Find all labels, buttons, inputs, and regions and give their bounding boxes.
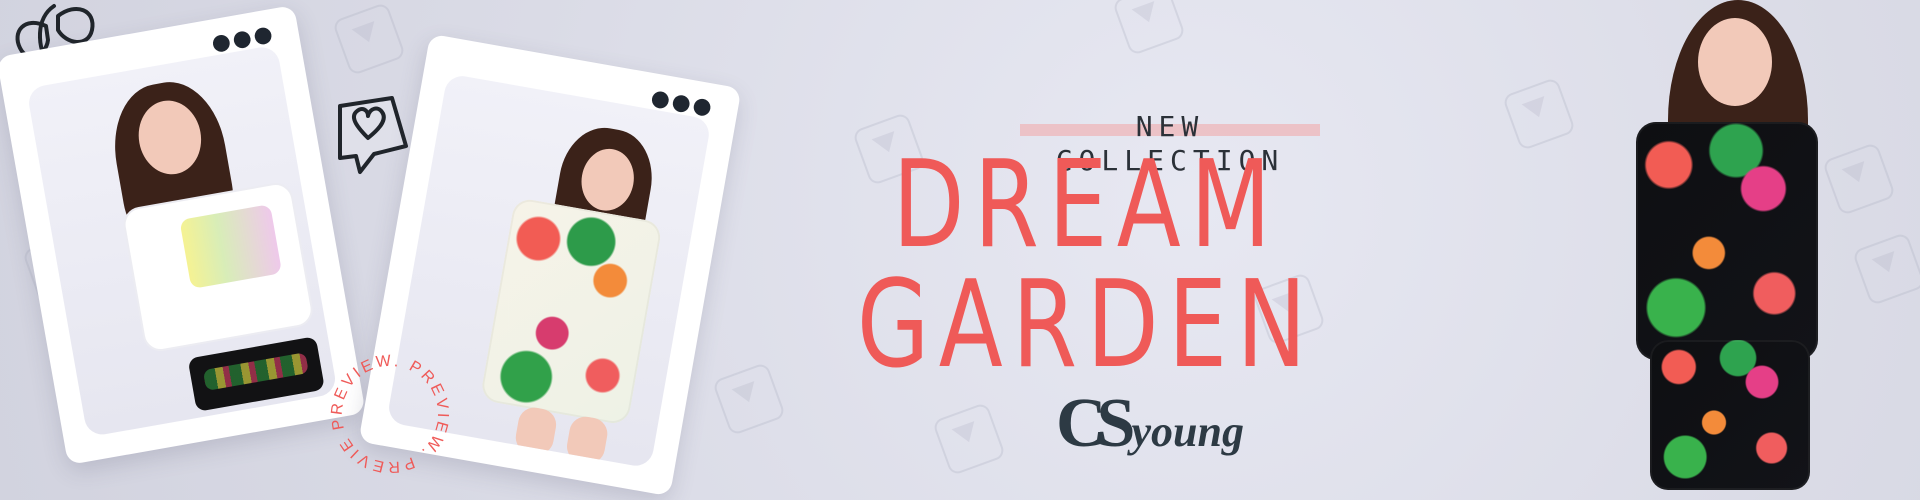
- model-figure-left: [86, 63, 330, 421]
- model-figure-right: [449, 110, 693, 468]
- floral-shorts: [1650, 340, 1810, 490]
- polaroid-card-left: ●●●: [0, 4, 366, 466]
- model-photo-right-edge: [1580, 0, 1840, 500]
- leg: [513, 405, 559, 458]
- background-pattern-icon: [711, 361, 787, 437]
- collection-title: DREAM GARDEN: [856, 136, 1316, 395]
- leg: [564, 414, 610, 467]
- floral-romper: [479, 196, 664, 426]
- background-pattern-icon: [1851, 231, 1920, 307]
- brand-logo-word: young: [1131, 407, 1244, 456]
- polaroid-card-right: ●●●: [358, 33, 742, 497]
- background-pattern-icon: [1111, 0, 1187, 57]
- brand-logo-mark: CS: [1056, 385, 1136, 462]
- background-pattern-icon: [1501, 76, 1577, 152]
- tshirt: [120, 180, 316, 354]
- heart-speech-bubble-icon: [338, 96, 408, 174]
- shorts: [187, 336, 325, 412]
- background-pattern-icon: [331, 1, 407, 77]
- model-photo-right: [386, 73, 712, 469]
- background-pattern-icon: [931, 401, 1007, 477]
- promo-banner: ●●● ●●● PREVIEW. PREVIEW. PREVIEW. NEW C…: [0, 0, 1920, 500]
- model-photo-left: [26, 44, 338, 438]
- tshirt-print: [179, 204, 283, 289]
- face: [1698, 18, 1772, 106]
- brand-logo: CS young: [1056, 384, 1296, 464]
- floral-jacket: [1636, 122, 1818, 360]
